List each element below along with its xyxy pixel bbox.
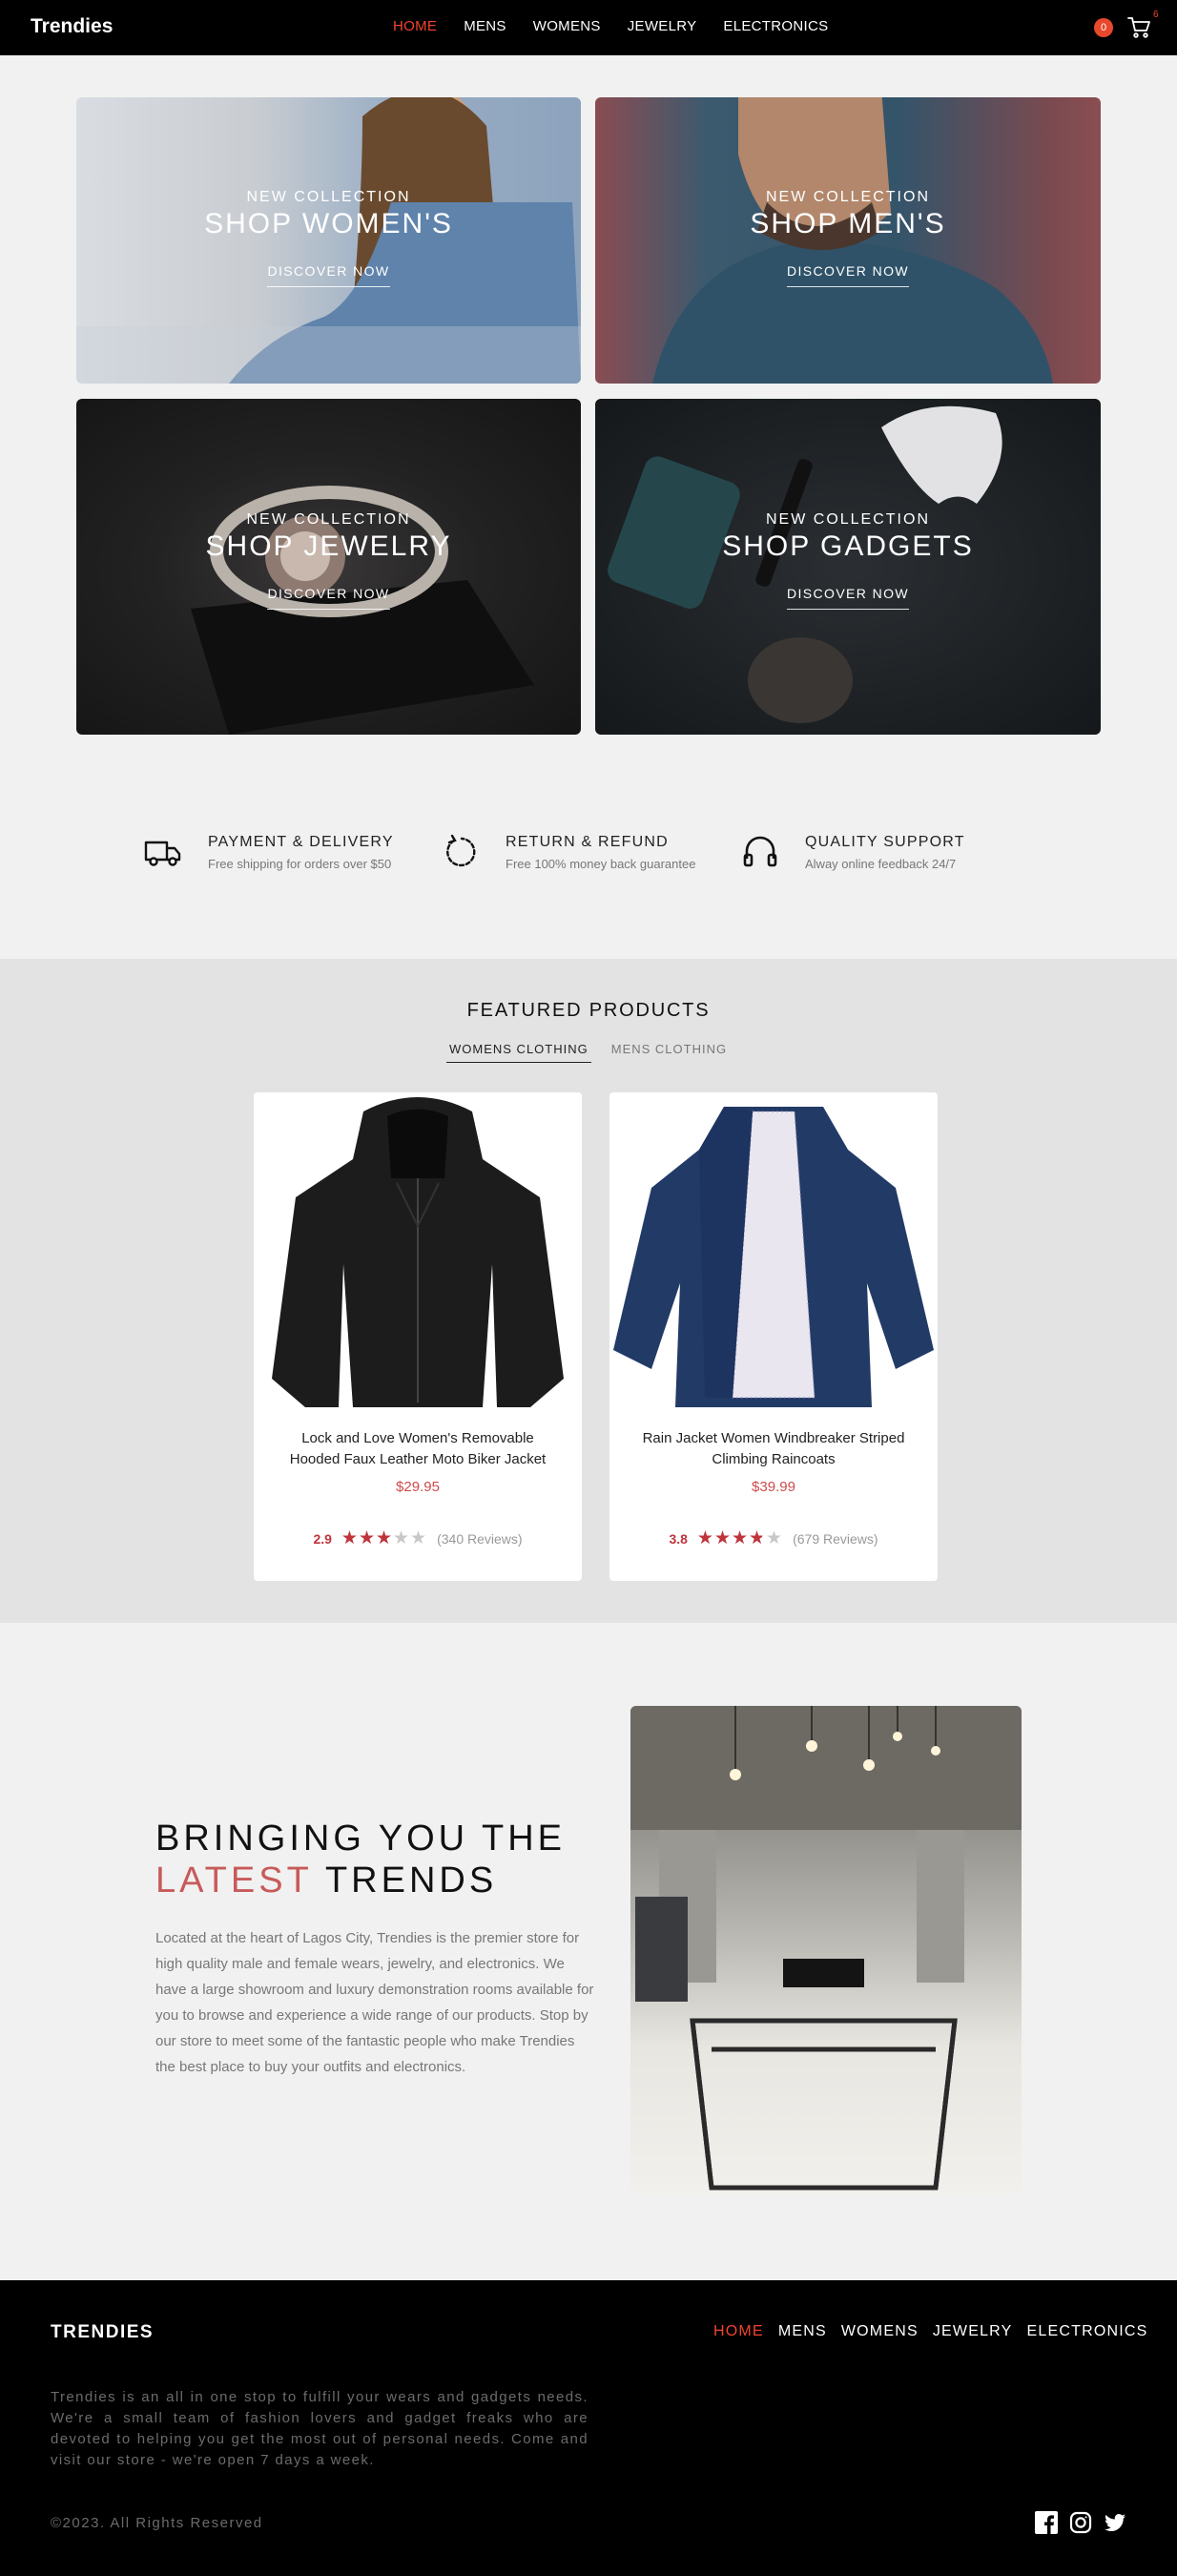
footer-jewelry-link[interactable]: JEWELRY	[933, 2323, 1013, 2340]
main-menu: HOME MENS WOMENS JEWELRY ELECTRONICS	[393, 18, 828, 34]
brand-logo[interactable]: Trendies	[31, 15, 113, 38]
product-rating: 2.9 ★★★★★ ★★★★★ (340 Reviews)	[254, 1529, 582, 1548]
tile-pretitle: NEW COLLECTION	[246, 511, 411, 528]
review-count[interactable]: (679 Reviews)	[793, 1531, 878, 1547]
nav-home-link[interactable]: HOME	[393, 18, 437, 34]
product-name[interactable]: Lock and Love Women's Removable Hooded F…	[282, 1428, 553, 1470]
product-name[interactable]: Rain Jacket Women Windbreaker Striped Cl…	[638, 1428, 909, 1470]
tab-mens-clothing[interactable]: MENS CLOTHING	[609, 1042, 730, 1063]
product-rating: 3.8 ★★★★★ ★★★★★ (679 Reviews)	[609, 1529, 938, 1548]
user-badge[interactable]: 0	[1094, 18, 1113, 37]
about-paragraph: Located at the heart of Lagos City, Tren…	[155, 1930, 594, 2075]
shop-jewelry-tile[interactable]: NEW COLLECTION SHOP JEWELRY DISCOVER NOW	[76, 399, 581, 735]
cart-icon[interactable]	[1126, 15, 1151, 40]
nav-mens-link[interactable]: MENS	[464, 18, 506, 34]
footer-menu: HOME MENS WOMENS JEWELRY ELECTRONICS	[713, 2323, 1148, 2340]
facebook-icon[interactable]	[1035, 2511, 1058, 2534]
tile-title: SHOP WOMEN'S	[204, 208, 453, 239]
discover-now-link[interactable]: DISCOVER NOW	[267, 263, 390, 287]
rain-jacket-image	[613, 1107, 934, 1407]
featured-products-title: FEATURED PRODUCTS	[466, 1000, 711, 1021]
tile-title: SHOP MEN'S	[750, 208, 946, 239]
footer-about-text: Trendies is an all in one stop to fulfil…	[51, 2389, 588, 2468]
review-count[interactable]: (340 Reviews)	[437, 1531, 522, 1547]
product-card[interactable]: Lock and Love Women's Removable Hooded F…	[254, 1092, 582, 1581]
leather-jacket-image	[272, 1097, 564, 1407]
discover-now-link[interactable]: DISCOVER NOW	[786, 586, 910, 610]
feature-return: RETURN & REFUND Free 100% money back gua…	[441, 832, 695, 872]
cart-count-badge: 6	[1153, 10, 1159, 20]
about-heading-line1: BRINGING YOU THE	[155, 1818, 566, 1859]
feature-title: RETURN & REFUND	[506, 833, 669, 850]
product-price: $39.99	[752, 1479, 795, 1495]
nav-jewelry-link[interactable]: JEWELRY	[628, 18, 697, 34]
feature-subtitle: Free shipping for orders over $50	[208, 856, 392, 871]
feature-payment: PAYMENT & DELIVERY Free shipping for ord…	[143, 832, 394, 872]
copyright-text: ©2023. All Rights Reserved	[51, 2515, 263, 2531]
feature-subtitle: Free 100% money back guarantee	[506, 856, 696, 871]
footer-mens-link[interactable]: MENS	[778, 2323, 827, 2340]
tile-pretitle: NEW COLLECTION	[765, 189, 930, 205]
discover-now-link[interactable]: DISCOVER NOW	[267, 586, 390, 610]
footer-home-link[interactable]: HOME	[713, 2323, 764, 2340]
feature-support: QUALITY SUPPORT Alway online feedback 24…	[740, 832, 965, 872]
nav-womens-link[interactable]: WOMENS	[533, 18, 601, 34]
product-card[interactable]: Rain Jacket Women Windbreaker Striped Cl…	[609, 1092, 938, 1581]
product-tabs: WOMENS CLOTHING MENS CLOTHING	[446, 1042, 730, 1063]
star-rating: ★★★★★ ★★★★★	[341, 1529, 427, 1548]
top-nav: Trendies HOME MENS WOMENS JEWELRY ELECTR…	[0, 0, 1177, 55]
feature-subtitle: Alway online feedback 24/7	[805, 856, 957, 871]
footer-womens-link[interactable]: WOMENS	[841, 2323, 919, 2340]
tile-pretitle: NEW COLLECTION	[765, 511, 930, 528]
star-icons-filled: ★★★★★	[341, 1529, 392, 1548]
headphones-icon	[743, 836, 777, 867]
rating-value: 2.9	[313, 1530, 332, 1547]
footer-electronics-link[interactable]: ELECTRONICS	[1027, 2323, 1148, 2340]
refresh-icon	[446, 834, 476, 867]
tile-pretitle: NEW COLLECTION	[246, 189, 411, 205]
about-heading-highlight: LATEST	[155, 1860, 313, 1901]
tile-title: SHOP JEWELRY	[205, 530, 452, 562]
about-heading: BRINGING YOU THE LATEST TRENDS	[155, 1818, 566, 1901]
star-icons-filled: ★★★★★	[696, 1529, 763, 1548]
truck-icon	[144, 841, 181, 866]
instagram-icon[interactable]	[1069, 2511, 1092, 2534]
footer-brand[interactable]: TRENDIES	[51, 2322, 154, 2343]
discover-now-link[interactable]: DISCOVER NOW	[786, 263, 910, 287]
rating-value: 3.8	[669, 1530, 688, 1547]
nav-electronics-link[interactable]: ELECTRONICS	[723, 18, 828, 34]
product-price: $29.95	[396, 1479, 440, 1495]
shop-gadgets-tile[interactable]: NEW COLLECTION SHOP GADGETS DISCOVER NOW	[595, 399, 1101, 735]
about-heading-rest: TRENDS	[324, 1860, 498, 1901]
shop-womens-tile[interactable]: NEW COLLECTION SHOP WOMEN'S DISCOVER NOW	[76, 97, 581, 384]
tab-womens-clothing[interactable]: WOMENS CLOTHING	[446, 1042, 591, 1063]
shop-mens-tile[interactable]: NEW COLLECTION SHOP MEN'S DISCOVER NOW	[595, 97, 1101, 384]
feature-title: QUALITY SUPPORT	[805, 833, 965, 850]
star-rating: ★★★★★ ★★★★★	[697, 1529, 783, 1548]
tile-title: SHOP GADGETS	[722, 530, 974, 562]
twitter-icon[interactable]	[1104, 2511, 1126, 2534]
store-interior-image	[630, 1706, 1022, 2194]
feature-title: PAYMENT & DELIVERY	[208, 833, 394, 850]
